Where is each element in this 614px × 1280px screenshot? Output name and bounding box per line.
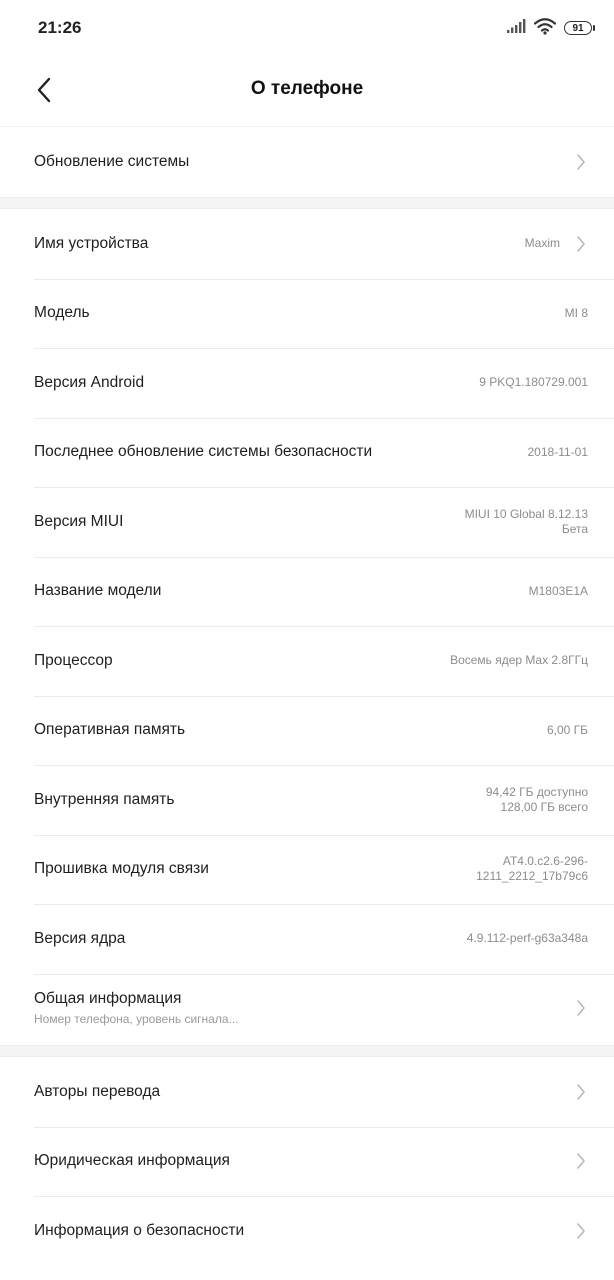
battery-level: 91	[572, 22, 584, 34]
row-value: Восемь ядер Max 2.8ГГц	[450, 653, 588, 668]
status-time: 21:26	[38, 18, 82, 37]
section-device-info: Имя устройства Maxim Модель MI 8 Версия …	[0, 209, 614, 1043]
row-label-group: Общая информация Номер телефона, уровень…	[34, 990, 560, 1026]
settings-row-legal-info[interactable]: Юридическая информация	[0, 1126, 614, 1197]
wifi-icon	[533, 17, 557, 40]
settings-row-storage[interactable]: Внутренняя память 94,42 ГБ доступно 128,…	[0, 765, 614, 835]
row-label: Прошивка модуля связи	[34, 860, 209, 878]
row-value: M1803E1A	[528, 583, 588, 598]
settings-row-system-update[interactable]: Обновление системы	[0, 127, 614, 197]
row-label: Информация о безопасности	[34, 1221, 245, 1239]
row-value-line: 128,00 ГБ всего	[500, 799, 588, 814]
row-value: 2018-11-01	[527, 444, 589, 459]
row-label: Юридическая информация	[34, 1152, 230, 1170]
signal-icon	[506, 18, 526, 39]
status-icons: 91	[506, 17, 595, 40]
row-label: Авторы перевода	[34, 1082, 161, 1100]
row-value: AT4.0.c2.6-296- 1211_2212_17b79c6	[476, 854, 588, 884]
chevron-right-icon	[574, 152, 588, 172]
battery-icon: 91	[564, 21, 595, 35]
settings-row-baseband: Прошивка модуля связи AT4.0.c2.6-296- 12…	[0, 834, 614, 905]
row-value: Maxim	[524, 236, 560, 251]
row-label: Общая информация	[34, 990, 182, 1008]
row-label: Модель	[34, 304, 90, 322]
section-system-update: Обновление системы	[0, 127, 614, 197]
row-value-line: Бета	[561, 521, 588, 536]
settings-row-model-name: Название модели M1803E1A	[0, 556, 614, 627]
settings-row-general-info[interactable]: Общая информация Номер телефона, уровень…	[0, 973, 614, 1044]
chevron-right-icon	[574, 998, 588, 1018]
app-header: О телефоне	[0, 58, 614, 126]
row-label: Версия Android	[34, 373, 145, 391]
row-label: Процессор	[34, 651, 113, 669]
settings-row-processor: Процессор Восемь ядер Max 2.8ГГц	[0, 626, 614, 696]
row-label: Последнее обновление системы безопасност…	[34, 443, 373, 461]
row-value: 9 PKQ1.180729.001	[479, 375, 588, 390]
row-value: 4.9.112-perf-g63a348a	[466, 931, 588, 946]
row-label: Название модели	[34, 582, 162, 600]
settings-row-ram: Оперативная память 6,00 ГБ	[0, 695, 614, 766]
row-value: MI 8	[564, 305, 588, 320]
settings-row-miui-version[interactable]: Версия MIUI MIUI 10 Global 8.12.13 Бета	[0, 487, 614, 557]
row-label: Оперативная память	[34, 721, 186, 739]
row-label: Обновление системы	[34, 152, 190, 170]
row-value: MIUI 10 Global 8.12.13 Бета	[465, 507, 588, 537]
settings-row-translators[interactable]: Авторы перевода	[0, 1057, 614, 1127]
section-divider	[0, 1045, 614, 1057]
settings-row-android-version[interactable]: Версия Android 9 PKQ1.180729.001	[0, 348, 614, 418]
row-value-line: AT4.0.c2.6-296-	[502, 854, 588, 869]
settings-row-device-name[interactable]: Имя устройства Maxim	[0, 209, 614, 279]
row-value-line: MIUI 10 Global 8.12.13	[464, 506, 588, 521]
chevron-right-icon	[574, 1082, 588, 1102]
chevron-right-icon	[574, 1221, 588, 1241]
settings-row-kernel-version: Версия ядра 4.9.112-perf-g63a348a	[0, 904, 614, 974]
row-label: Имя устройства	[34, 234, 149, 252]
row-value: 94,42 ГБ доступно 128,00 ГБ всего	[486, 785, 588, 815]
settings-row-model: Модель MI 8	[0, 278, 614, 349]
status-bar: 21:26 91	[0, 0, 614, 58]
chevron-right-icon	[574, 1151, 588, 1171]
row-value: 6,00 ГБ	[546, 722, 588, 737]
row-label: Версия MIUI	[34, 512, 124, 530]
section-divider	[0, 197, 614, 209]
row-sublabel: Номер телефона, уровень сигнала...	[34, 1012, 239, 1027]
settings-row-security-patch: Последнее обновление системы безопасност…	[0, 417, 614, 488]
row-label: Версия ядра	[34, 929, 126, 947]
row-value-line: 1211_2212_17b79c6	[476, 869, 588, 884]
row-value-line: 94,42 ГБ доступно	[485, 784, 588, 799]
settings-row-safety-info[interactable]: Информация о безопасности	[0, 1196, 614, 1266]
row-label: Внутренняя память	[34, 790, 175, 808]
page-title: О телефоне	[250, 78, 364, 99]
section-legal: Авторы перевода Юридическая информация И…	[0, 1057, 614, 1266]
chevron-right-icon	[574, 234, 588, 254]
